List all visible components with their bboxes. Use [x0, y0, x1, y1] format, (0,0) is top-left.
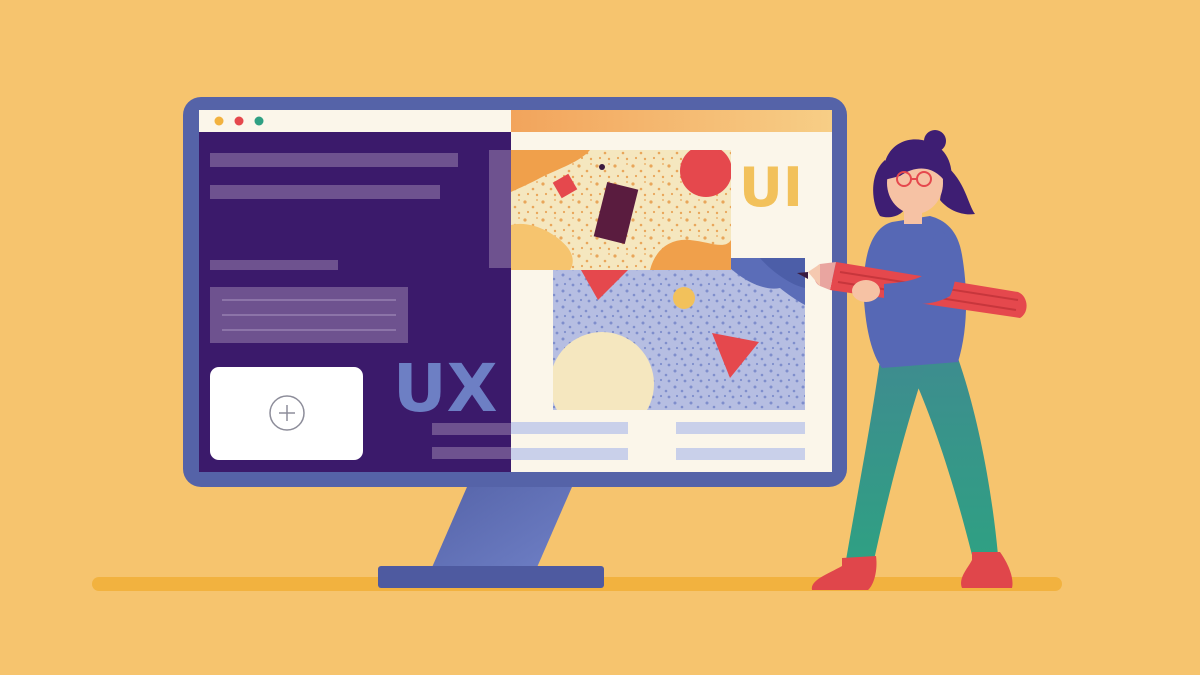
window-dot-yellow-icon[interactable] — [214, 116, 224, 126]
illustration-canvas: UX UI — [92, 97, 1062, 591]
ui-panel: UI — [511, 132, 832, 472]
window-dot-red-icon[interactable] — [234, 116, 244, 126]
ui-text-line — [676, 422, 805, 434]
ux-text-line — [432, 447, 511, 459]
ui-label: UI — [739, 156, 803, 219]
ui-text-line — [511, 448, 628, 460]
monitor-stand — [378, 480, 604, 588]
ux-text-line — [210, 153, 458, 167]
ux-label: UX — [393, 350, 497, 427]
ux-text-line — [210, 260, 338, 270]
ui-text-line — [676, 448, 805, 460]
ui-text-line — [511, 422, 628, 434]
illustration-scene: UX UI — [0, 0, 1200, 675]
shoe — [811, 556, 877, 590]
ux-side-block — [489, 150, 511, 268]
ux-panel: UX — [199, 132, 511, 472]
ui-image-warm — [511, 150, 731, 270]
add-card[interactable] — [210, 367, 363, 460]
window-titlebar — [199, 110, 832, 132]
ux-textarea-block — [210, 287, 408, 343]
window-dot-green-icon[interactable] — [254, 116, 264, 126]
ui-image-cool — [553, 258, 805, 410]
ux-text-line — [210, 185, 440, 199]
ux-text-line — [432, 423, 511, 435]
shoe — [961, 552, 1013, 588]
